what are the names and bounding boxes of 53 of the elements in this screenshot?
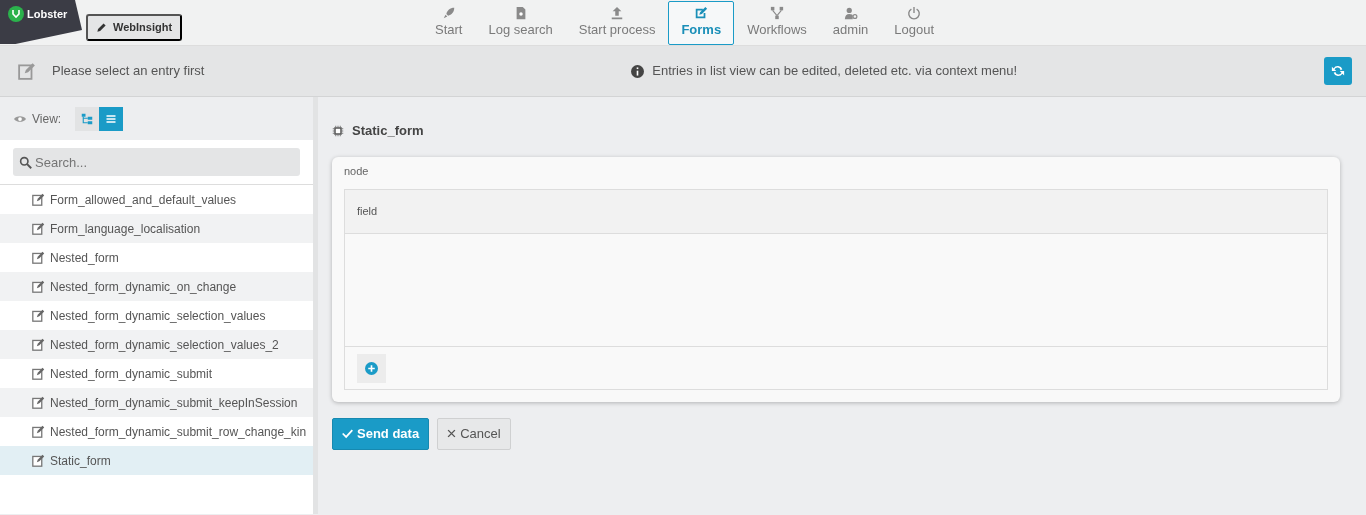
- nav-tab[interactable]: Start process: [565, 1, 669, 45]
- nav-tab[interactable]: admin: [819, 1, 882, 45]
- search-icon: [19, 156, 32, 169]
- edit-icon: [32, 367, 45, 380]
- refresh-icon: [1331, 64, 1345, 78]
- upload-icon: [610, 6, 625, 20]
- refresh-button[interactable]: [1324, 57, 1352, 85]
- power-icon: [907, 6, 922, 20]
- lobster-logo-icon: [8, 6, 24, 23]
- add-button[interactable]: [357, 353, 386, 383]
- edit-icon: [694, 6, 709, 20]
- nav-tab[interactable]: Log search: [475, 1, 566, 45]
- edit-icon: [32, 251, 45, 264]
- close-icon: [447, 429, 457, 439]
- nav-tab[interactable]: Workflows: [734, 1, 820, 45]
- user-gear-icon: [843, 6, 858, 20]
- nav-tab[interactable]: Forms: [668, 1, 735, 45]
- tree-view-icon: [81, 112, 94, 125]
- form-title: Static_form: [352, 122, 424, 140]
- edit-icon: [32, 309, 45, 322]
- view-label: View:: [32, 110, 62, 128]
- edit-icon: [32, 193, 45, 206]
- node-label: node: [344, 163, 370, 179]
- edit-icon: [18, 62, 36, 80]
- form-list-item[interactable]: Nested_form_dynamic_selection_values_2: [0, 330, 313, 359]
- info-message: Entries in list view can be edited, deleted etc. via context menu!: [652, 62, 1018, 81]
- form-list-item[interactable]: Nested_form_dynamic_submit_keepInSession: [0, 388, 313, 417]
- status-message: Please select an entry first: [52, 62, 205, 81]
- plus-icon: [365, 361, 378, 375]
- edit-icon: [32, 338, 45, 351]
- edit-icon: [32, 425, 45, 438]
- app-switch-button[interactable]: WebInsight: [86, 14, 183, 41]
- nav-tab[interactable]: Start: [422, 1, 476, 45]
- view-toggle-button[interactable]: [75, 106, 100, 131]
- form-list-item[interactable]: Static_form: [0, 446, 313, 475]
- edit-icon: [32, 222, 45, 235]
- nav-tab[interactable]: Logout: [881, 1, 948, 45]
- view-toggle-button[interactable]: [99, 106, 124, 131]
- check-icon: [342, 428, 353, 440]
- edit-icon: [32, 396, 45, 409]
- search-field[interactable]: Search...: [13, 148, 300, 176]
- field-label: field: [357, 204, 378, 220]
- cancel-button[interactable]: Cancel: [437, 418, 511, 450]
- workflow-icon: [770, 6, 784, 20]
- logo-text: Lobster: [27, 7, 68, 22]
- list-view-icon: [105, 112, 118, 125]
- info-icon: [631, 64, 645, 78]
- form-list-item[interactable]: Nested_form_dynamic_on_change: [0, 272, 313, 301]
- form-list-item[interactable]: Form_language_localisation: [0, 214, 313, 243]
- chip-icon: [332, 124, 344, 137]
- edit-icon: [32, 280, 45, 293]
- edit-icon: [32, 454, 45, 467]
- pencil-icon: [96, 21, 107, 33]
